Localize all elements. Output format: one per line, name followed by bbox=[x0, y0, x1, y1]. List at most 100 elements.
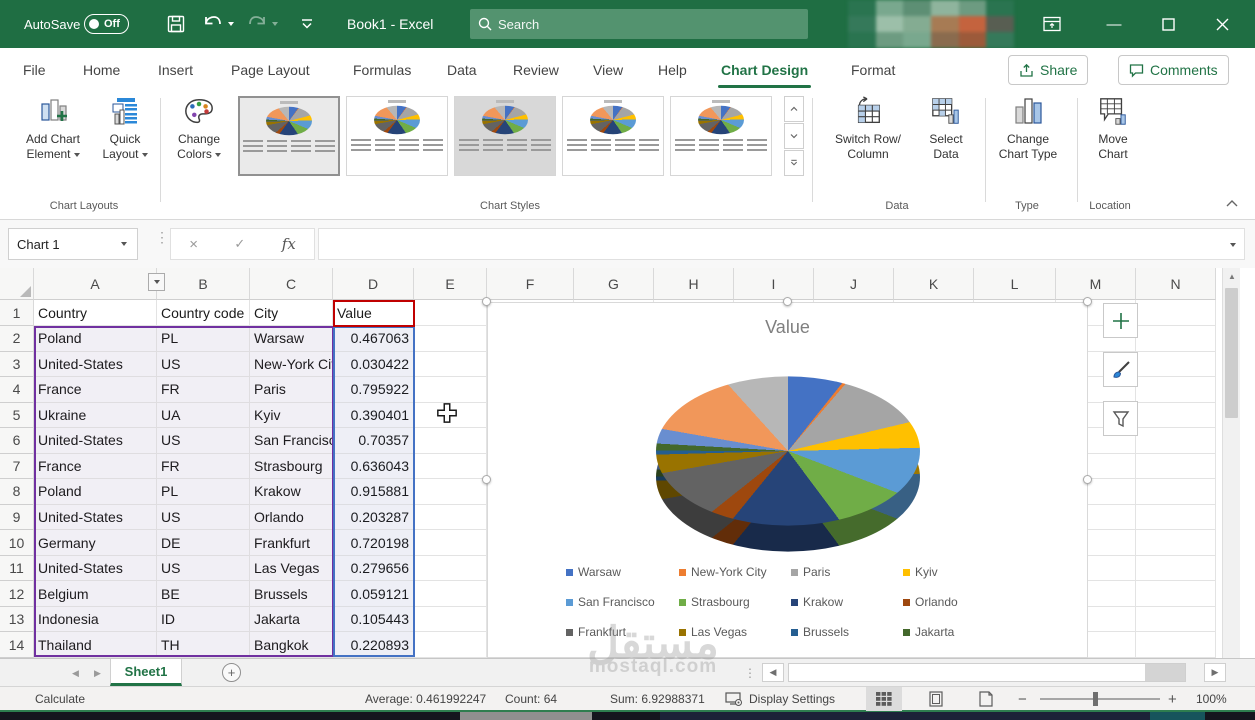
cell-B8[interactable]: PL bbox=[157, 479, 250, 505]
row-header-3[interactable]: 3 bbox=[0, 352, 34, 378]
collapse-ribbon-icon[interactable] bbox=[1226, 196, 1238, 214]
autosave-toggle[interactable]: Off bbox=[84, 0, 129, 48]
cell-D3[interactable]: 0.030422 bbox=[333, 352, 414, 378]
column-header-F[interactable]: F bbox=[487, 268, 574, 300]
column-header-E[interactable]: E bbox=[414, 268, 487, 300]
redo-icon[interactable] bbox=[246, 0, 268, 48]
zoom-level[interactable]: 100% bbox=[1196, 687, 1227, 711]
chart-styles-button[interactable] bbox=[1103, 352, 1138, 387]
cell-D14[interactable]: 0.220893 bbox=[333, 632, 414, 658]
column-header-M[interactable]: M bbox=[1056, 268, 1136, 300]
chart-object[interactable]: Value WarsawNew-York CityParisKyivSan Fr… bbox=[487, 302, 1088, 658]
cell-E12[interactable] bbox=[414, 581, 487, 607]
cell-B2[interactable]: PL bbox=[157, 326, 250, 352]
chart-filters-button[interactable] bbox=[1103, 401, 1138, 436]
cell-N8[interactable] bbox=[1136, 479, 1216, 505]
cell-C5[interactable]: Kyiv bbox=[250, 403, 333, 429]
cell-B3[interactable]: US bbox=[157, 352, 250, 378]
cell-C2[interactable]: Warsaw bbox=[250, 326, 333, 352]
cell-D11[interactable]: 0.279656 bbox=[333, 556, 414, 582]
cell-E11[interactable] bbox=[414, 556, 487, 582]
ribbon-tab-format[interactable]: Format bbox=[848, 48, 898, 92]
chart-legend[interactable]: WarsawNew-York CityParisKyivSan Francisc… bbox=[566, 557, 1015, 647]
cell-N9[interactable] bbox=[1136, 505, 1216, 531]
chart-handle-top-right[interactable] bbox=[1083, 297, 1092, 306]
quick-layout-button[interactable]: Quick Layout bbox=[96, 96, 154, 162]
close-icon[interactable] bbox=[1200, 0, 1244, 48]
cell-N10[interactable] bbox=[1136, 530, 1216, 556]
cell-D13[interactable]: 0.105443 bbox=[333, 607, 414, 633]
cell-C13[interactable]: Jakarta bbox=[250, 607, 333, 633]
cell-D9[interactable]: 0.203287 bbox=[333, 505, 414, 531]
hscroll-right-icon[interactable]: ▶ bbox=[1204, 663, 1226, 682]
row-header-12[interactable]: 12 bbox=[0, 581, 34, 607]
row-header-11[interactable]: 11 bbox=[0, 556, 34, 582]
scroll-up-icon[interactable]: ▲ bbox=[1223, 268, 1241, 285]
column-header-N[interactable]: N bbox=[1136, 268, 1216, 300]
cell-N2[interactable] bbox=[1136, 326, 1216, 352]
cell-N5[interactable] bbox=[1136, 403, 1216, 429]
cell-B5[interactable]: UA bbox=[157, 403, 250, 429]
cell-D6[interactable]: 0.70357 bbox=[333, 428, 414, 454]
sheet-nav-left-icon[interactable]: ◀ bbox=[72, 659, 79, 687]
quick-access-overflow-icon[interactable] bbox=[300, 0, 314, 48]
cell-B6[interactable]: US bbox=[157, 428, 250, 454]
formula-bar-expand-icon[interactable] bbox=[1230, 243, 1236, 247]
cell-D5[interactable]: 0.390401 bbox=[333, 403, 414, 429]
row-header-1[interactable]: 1 bbox=[0, 300, 34, 326]
vertical-scrollbar-thumb[interactable] bbox=[1225, 288, 1238, 418]
cancel-icon[interactable]: × bbox=[189, 236, 198, 253]
cell-E14[interactable] bbox=[414, 632, 487, 658]
column-header-D[interactable]: D bbox=[333, 268, 414, 300]
row-header-13[interactable]: 13 bbox=[0, 607, 34, 633]
chart-elements-button[interactable] bbox=[1103, 303, 1138, 338]
cell-A3[interactable]: United-States bbox=[34, 352, 157, 378]
cell-A8[interactable]: Poland bbox=[34, 479, 157, 505]
chart-style-thumbnail-1[interactable] bbox=[238, 96, 340, 176]
cell-A2[interactable]: Poland bbox=[34, 326, 157, 352]
zoom-slider-thumb[interactable] bbox=[1093, 692, 1098, 706]
cell-E7[interactable] bbox=[414, 454, 487, 480]
select-all-corner[interactable] bbox=[0, 268, 34, 300]
enter-icon[interactable]: ✓ bbox=[234, 236, 245, 252]
cell-C9[interactable]: Orlando bbox=[250, 505, 333, 531]
column-header-J[interactable]: J bbox=[814, 268, 894, 300]
cell-N6[interactable] bbox=[1136, 428, 1216, 454]
cell-N12[interactable] bbox=[1136, 581, 1216, 607]
cell-D4[interactable]: 0.795922 bbox=[333, 377, 414, 403]
undo-dropdown-icon[interactable] bbox=[228, 0, 234, 48]
zoom-in-button[interactable]: + bbox=[1168, 687, 1177, 711]
minimize-icon[interactable]: — bbox=[1092, 0, 1136, 48]
cell-B14[interactable]: TH bbox=[157, 632, 250, 658]
legend-item-las-vegas[interactable]: Las Vegas bbox=[679, 625, 791, 639]
undo-icon[interactable] bbox=[202, 0, 224, 48]
save-icon[interactable] bbox=[166, 0, 186, 48]
chart-style-thumbnail-4[interactable] bbox=[562, 96, 664, 176]
filter-dropdown-button[interactable] bbox=[148, 273, 165, 291]
cell-A11[interactable]: United-States bbox=[34, 556, 157, 582]
cell-D2[interactable]: 0.467063 bbox=[333, 326, 414, 352]
column-header-L[interactable]: L bbox=[974, 268, 1056, 300]
cell-E2[interactable] bbox=[414, 326, 487, 352]
cell-N1[interactable] bbox=[1136, 300, 1216, 326]
cell-C10[interactable]: Frankfurt bbox=[250, 530, 333, 556]
cell-D1[interactable]: Value bbox=[333, 300, 414, 326]
row-header-14[interactable]: 14 bbox=[0, 632, 34, 658]
row-header-4[interactable]: 4 bbox=[0, 377, 34, 403]
redo-dropdown-icon[interactable] bbox=[272, 0, 278, 48]
column-header-G[interactable]: G bbox=[574, 268, 654, 300]
legend-item-strasbourg[interactable]: Strasbourg bbox=[679, 595, 791, 609]
page-layout-view-button[interactable] bbox=[918, 687, 954, 711]
cell-C7[interactable]: Strasbourg bbox=[250, 454, 333, 480]
cell-B1[interactable]: Country code bbox=[157, 300, 250, 326]
cell-A5[interactable]: Ukraine bbox=[34, 403, 157, 429]
chart-handle-top-middle[interactable] bbox=[783, 297, 792, 306]
horizontal-scrollbar-thumb[interactable] bbox=[1145, 664, 1185, 681]
hscroll-left-icon[interactable]: ◀ bbox=[762, 663, 784, 682]
cell-B12[interactable]: BE bbox=[157, 581, 250, 607]
ribbon-tab-review[interactable]: Review bbox=[510, 48, 562, 92]
cell-B11[interactable]: US bbox=[157, 556, 250, 582]
cell-B13[interactable]: ID bbox=[157, 607, 250, 633]
maximize-icon[interactable] bbox=[1146, 0, 1190, 48]
column-header-I[interactable]: I bbox=[734, 268, 814, 300]
